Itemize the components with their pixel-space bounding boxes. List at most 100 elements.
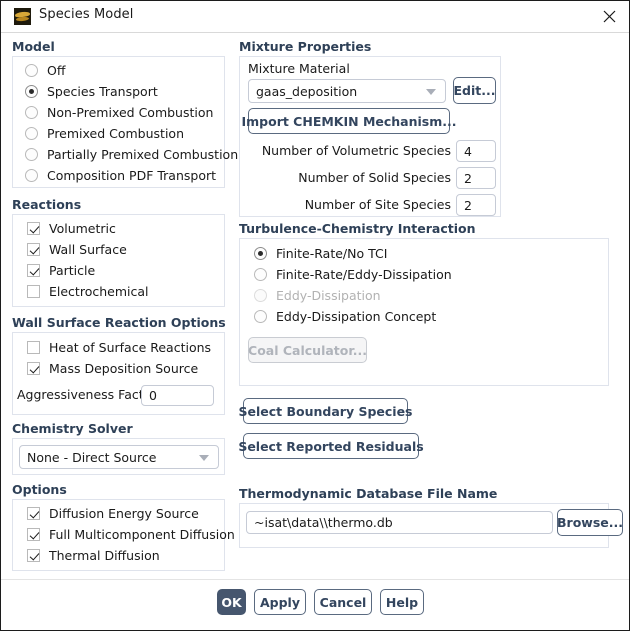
wall-surface-reaction-options-groupbox: Heat of Surface Reactions Mass Depositio… bbox=[12, 332, 225, 415]
chemistry-solver-dropdown[interactable]: None - Direct Source bbox=[19, 445, 219, 469]
solid-species-input[interactable]: 2 bbox=[456, 167, 496, 189]
wall-surface-reaction-options-header: Wall Surface Reaction Options bbox=[12, 315, 226, 330]
checkbox-label: Particle bbox=[49, 263, 96, 278]
radio-label: Partially Premixed Combustion bbox=[47, 147, 239, 162]
volumetric-species-label-row: Number of Volumetric Species bbox=[262, 143, 451, 158]
aggressiveness-factor-input[interactable]: 0 bbox=[141, 385, 214, 406]
radio-model-species-transport[interactable]: Species Transport bbox=[25, 84, 158, 99]
close-icon[interactable] bbox=[589, 3, 629, 30]
model-section-header: Model bbox=[12, 39, 55, 54]
options-groupbox: Diffusion Energy Source Full Multicompon… bbox=[12, 499, 235, 571]
chemistry-solver-value: None - Direct Source bbox=[27, 449, 157, 465]
help-button[interactable]: Help bbox=[380, 589, 424, 615]
thermodynamic-db-input[interactable]: ~isat\data\\thermo.db bbox=[246, 511, 553, 534]
footer-divider bbox=[1, 579, 629, 580]
checkbox-indicator bbox=[27, 222, 40, 235]
radio-indicator bbox=[25, 169, 38, 182]
checkbox-label: Electrochemical bbox=[49, 284, 149, 299]
chemistry-solver-header: Chemistry Solver bbox=[12, 421, 133, 436]
checkbox-indicator bbox=[27, 362, 40, 375]
select-reported-residuals-button[interactable]: Select Reported Residuals bbox=[238, 433, 424, 459]
site-species-label: Number of Site Species bbox=[304, 197, 451, 212]
checkbox-indicator bbox=[27, 528, 40, 541]
radio-finite-rate-eddy-dissipation[interactable]: Finite-Rate/Eddy-Dissipation bbox=[254, 267, 452, 282]
solid-species-label-row: Number of Solid Species bbox=[264, 170, 451, 185]
thermodynamic-db-header: Thermodynamic Database File Name bbox=[239, 486, 498, 501]
radio-eddy-dissipation-concept[interactable]: Eddy-Dissipation Concept bbox=[254, 309, 436, 324]
apply-button[interactable]: Apply bbox=[254, 589, 306, 615]
checkbox-wall-surface[interactable]: Wall Surface bbox=[27, 242, 127, 257]
coal-calculator-button: Coal Calculator... bbox=[248, 337, 367, 363]
mixture-material-dropdown[interactable]: gaas_deposition bbox=[248, 79, 446, 103]
mixture-material-label: Mixture Material bbox=[248, 61, 350, 76]
radio-eddy-dissipation: Eddy-Dissipation bbox=[254, 288, 381, 303]
checkbox-label: Heat of Surface Reactions bbox=[49, 340, 212, 355]
radio-label: Off bbox=[47, 63, 66, 78]
radio-label: Finite-Rate/No TCI bbox=[276, 246, 388, 261]
ok-button[interactable]: OK bbox=[217, 589, 246, 615]
radio-label: Eddy-Dissipation Concept bbox=[276, 309, 437, 324]
checkbox-heat-of-surface-reactions[interactable]: Heat of Surface Reactions bbox=[27, 340, 211, 355]
radio-label: Composition PDF Transport bbox=[47, 168, 217, 183]
checkbox-indicator bbox=[27, 341, 40, 354]
radio-label: Finite-Rate/Eddy-Dissipation bbox=[276, 267, 452, 282]
radio-label: Non-Premixed Combustion bbox=[47, 105, 214, 120]
radio-finite-rate-no-tci[interactable]: Finite-Rate/No TCI bbox=[254, 246, 387, 261]
aggressiveness-factor-label: Aggressiveness Factor bbox=[17, 387, 157, 402]
mixture-material-label-row: Mixture Material bbox=[248, 61, 350, 76]
radio-label: Eddy-Dissipation bbox=[276, 288, 381, 303]
mixture-material-value: gaas_deposition bbox=[256, 83, 358, 99]
checkbox-mass-deposition-source[interactable]: Mass Deposition Source bbox=[27, 361, 198, 376]
cancel-button[interactable]: Cancel bbox=[314, 589, 372, 615]
solid-species-label: Number of Solid Species bbox=[298, 170, 451, 185]
radio-model-partially-premixed-combustion[interactable]: Partially Premixed Combustion bbox=[25, 147, 238, 162]
radio-label: Species Transport bbox=[47, 84, 158, 99]
radio-model-premixed-combustion[interactable]: Premixed Combustion bbox=[25, 126, 184, 141]
radio-indicator bbox=[254, 289, 267, 302]
checkbox-full-multicomponent-diffusion[interactable]: Full Multicomponent Diffusion bbox=[27, 527, 235, 542]
select-boundary-species-button[interactable]: Select Boundary Species bbox=[239, 398, 413, 424]
radio-indicator bbox=[25, 106, 38, 119]
radio-model-non-premixed-combustion[interactable]: Non-Premixed Combustion bbox=[25, 105, 213, 120]
checkbox-label: Mass Deposition Source bbox=[49, 361, 199, 376]
checkbox-indicator bbox=[27, 507, 40, 520]
radio-indicator bbox=[254, 247, 267, 260]
radio-model-off[interactable]: Off bbox=[25, 63, 65, 78]
radio-indicator bbox=[25, 127, 38, 140]
edit-material-button[interactable]: Edit... bbox=[453, 77, 496, 104]
checkbox-volumetric[interactable]: Volumetric bbox=[27, 221, 116, 236]
checkbox-indicator bbox=[27, 549, 40, 562]
site-species-input[interactable]: 2 bbox=[456, 194, 496, 216]
species-model-dialog: Species Model Model Off Species Transpor… bbox=[0, 0, 630, 631]
radio-model-composition-pdf-transport[interactable]: Composition PDF Transport bbox=[25, 168, 216, 183]
checkbox-electrochemical[interactable]: Electrochemical bbox=[27, 284, 149, 299]
checkbox-indicator bbox=[27, 243, 40, 256]
radio-indicator bbox=[25, 85, 38, 98]
volumetric-species-input[interactable]: 4 bbox=[456, 140, 496, 162]
import-chemkin-mechanism-button[interactable]: Import CHEMKIN Mechanism... bbox=[241, 108, 457, 134]
radio-indicator bbox=[254, 268, 267, 281]
mixture-properties-groupbox: Mixture Material gaas_deposition Edit...… bbox=[239, 56, 501, 217]
turbulence-chemistry-groupbox: Finite-Rate/No TCI Finite-Rate/Eddy-Diss… bbox=[239, 238, 609, 386]
checkbox-indicator bbox=[27, 264, 40, 277]
site-species-label-row: Number of Site Species bbox=[264, 197, 451, 212]
window-title: Species Model bbox=[39, 7, 134, 22]
checkbox-particle[interactable]: Particle bbox=[27, 263, 95, 278]
turbulence-chemistry-interaction-header: Turbulence-Chemistry Interaction bbox=[239, 221, 476, 236]
checkbox-label: Diffusion Energy Source bbox=[49, 506, 199, 521]
model-groupbox: Off Species Transport Non-Premixed Combu… bbox=[12, 56, 238, 188]
radio-indicator bbox=[25, 64, 38, 77]
checkbox-thermal-diffusion[interactable]: Thermal Diffusion bbox=[27, 548, 160, 563]
browse-button[interactable]: Browse... bbox=[557, 509, 623, 536]
reactions-section-header: Reactions bbox=[12, 197, 82, 212]
radio-indicator bbox=[254, 310, 267, 323]
title-bar: Species Model bbox=[1, 1, 629, 33]
mixture-properties-header: Mixture Properties bbox=[239, 39, 372, 54]
checkbox-label: Wall Surface bbox=[49, 242, 127, 257]
chevron-down-icon bbox=[426, 89, 436, 95]
checkbox-label: Full Multicomponent Diffusion bbox=[49, 527, 235, 542]
checkbox-diffusion-energy-source[interactable]: Diffusion Energy Source bbox=[27, 506, 199, 521]
thermodynamic-db-groupbox: ~isat\data\\thermo.db Browse... bbox=[239, 503, 623, 548]
fluent-logo-icon bbox=[14, 8, 31, 25]
options-section-header: Options bbox=[12, 482, 67, 497]
